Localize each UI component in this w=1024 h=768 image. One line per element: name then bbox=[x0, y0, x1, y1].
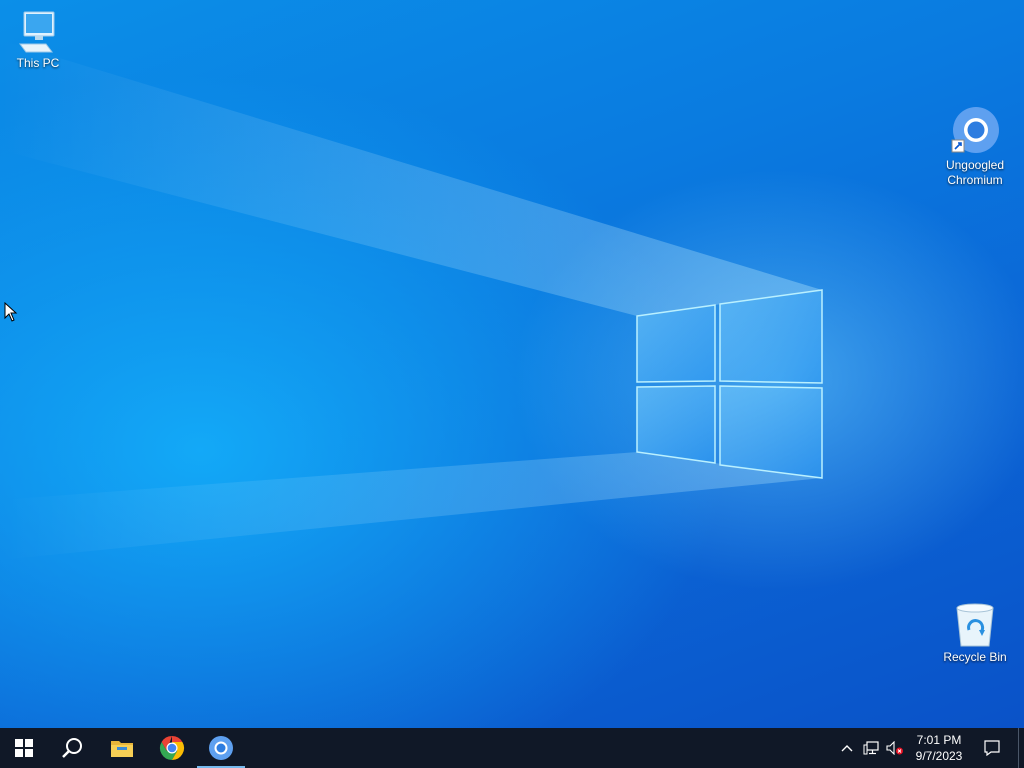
recycle-bin-icon bbox=[956, 603, 994, 647]
recycle-bin-label: Recycle Bin bbox=[943, 650, 1007, 664]
mouse-cursor-icon bbox=[4, 302, 18, 322]
file-explorer-button[interactable] bbox=[98, 728, 146, 768]
chromium-icon bbox=[951, 107, 999, 153]
action-center-button[interactable] bbox=[978, 728, 1006, 768]
search-button[interactable] bbox=[48, 728, 96, 768]
clock[interactable]: 7:01 PM 9/7/2023 bbox=[904, 728, 974, 768]
chromium-label-line2: Chromium bbox=[947, 173, 1003, 187]
network-icon bbox=[863, 741, 879, 755]
action-center-icon bbox=[984, 740, 1000, 756]
chromium-icon bbox=[209, 736, 233, 760]
windows-logo-icon bbox=[15, 739, 33, 757]
desktop-icon-recycle-bin[interactable]: Recycle Bin bbox=[937, 602, 1013, 665]
computer-icon bbox=[19, 11, 55, 53]
chromium-label-line1: Ungoogled bbox=[945, 158, 1005, 172]
start-button[interactable] bbox=[0, 728, 48, 768]
clock-date: 9/7/2023 bbox=[915, 749, 963, 763]
show-hidden-icons-button[interactable] bbox=[836, 728, 858, 768]
network-button[interactable] bbox=[860, 728, 882, 768]
search-icon bbox=[62, 738, 82, 758]
desktop-icon-this-pc[interactable]: This PC bbox=[0, 10, 76, 71]
show-desktop-button[interactable] bbox=[1018, 728, 1019, 768]
desktop-wallpaper: This PC Ungoogled Chromium Recycle Bin bbox=[0, 0, 1024, 728]
chromium-button[interactable] bbox=[197, 728, 245, 768]
chevron-up-icon bbox=[841, 745, 853, 752]
volume-button[interactable] bbox=[884, 728, 906, 768]
clock-time: 7:01 PM bbox=[916, 733, 962, 747]
desktop-icon-ungoogled-chromium[interactable]: Ungoogled Chromium bbox=[937, 106, 1013, 188]
this-pc-label: This PC bbox=[16, 56, 60, 70]
chrome-icon bbox=[159, 736, 185, 760]
folder-icon bbox=[111, 741, 133, 757]
taskbar: 7:01 PM 9/7/2023 bbox=[0, 728, 1024, 768]
volume-muted-icon bbox=[886, 741, 903, 755]
chrome-button[interactable] bbox=[148, 728, 196, 768]
windows-logo-wallpaper bbox=[0, 40, 823, 560]
